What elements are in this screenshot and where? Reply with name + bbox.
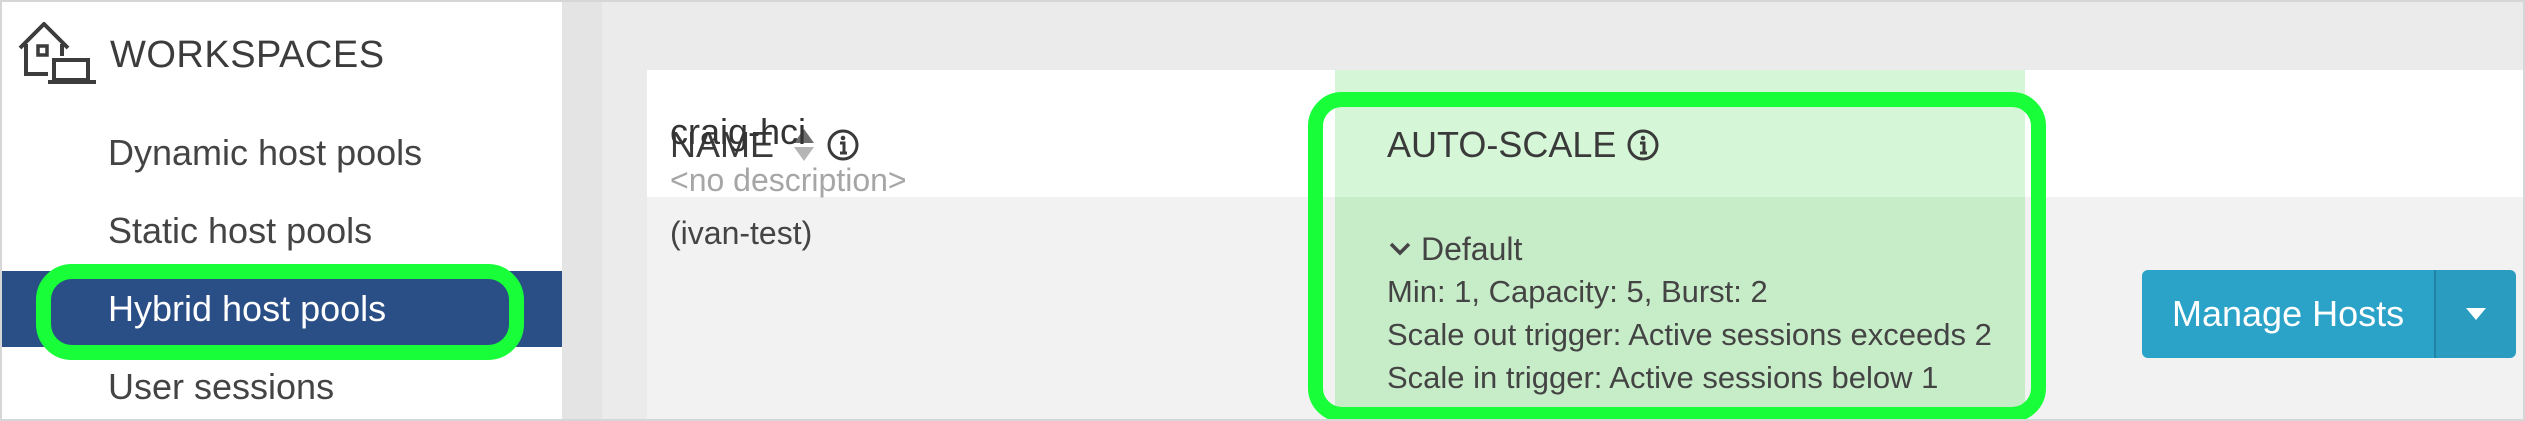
sidebar-divider	[562, 2, 602, 419]
caret-down-icon	[2466, 308, 2487, 320]
autoscale-scale-out-trigger: Scale out trigger: Active sessions excee…	[1387, 317, 1992, 352]
autoscale-capacity: Min: 1, Capacity: 5, Burst: 2	[1387, 274, 1768, 309]
sidebar-item-dynamic-host-pools[interactable]: Dynamic host pools	[2, 115, 562, 191]
manage-hosts-split-button: Manage Hosts	[2142, 270, 2517, 358]
home-laptop-icon	[18, 22, 96, 84]
main-content: NAME AUTO-SCALE craig-hci <no descriptio…	[602, 2, 2523, 419]
app-frame: WORKSPACES Dynamic host pools Static hos…	[0, 0, 2525, 421]
manage-hosts-dropdown-toggle[interactable]	[2434, 270, 2517, 358]
host-pool-name[interactable]: craig-hci	[670, 110, 907, 154]
autoscale-profile-toggle[interactable]: Default	[1387, 228, 1992, 270]
host-pool-description: <no description>	[670, 162, 907, 198]
cell-name: craig-hci <no description> (ivan-test)	[670, 110, 907, 260]
column-header-autoscale[interactable]: AUTO-SCALE	[1387, 124, 1660, 166]
sidebar-item-hybrid-host-pools[interactable]: Hybrid host pools	[2, 271, 562, 347]
cell-autoscale: Default Min: 1, Capacity: 5, Burst: 2 Sc…	[1387, 228, 1992, 399]
manage-hosts-button[interactable]: Manage Hosts	[2142, 270, 2435, 358]
chevron-down-icon	[1389, 242, 1411, 256]
sidebar-item-user-sessions[interactable]: User sessions	[2, 349, 562, 419]
workspaces-header: WORKSPACES	[14, 16, 385, 86]
column-header-autoscale-label: AUTO-SCALE	[1387, 124, 1617, 165]
host-pool-table: NAME AUTO-SCALE craig-hci <no descriptio…	[647, 70, 2523, 419]
sidebar-item-static-host-pools[interactable]: Static host pools	[2, 193, 562, 269]
autoscale-scale-in-trigger: Scale in trigger: Active sessions below …	[1387, 360, 1939, 395]
autoscale-profile-name: Default	[1421, 231, 1523, 267]
host-pool-tag: (ivan-test)	[670, 215, 813, 251]
section-title: WORKSPACES	[110, 33, 385, 76]
sidebar: WORKSPACES Dynamic host pools Static hos…	[2, 2, 562, 419]
info-icon[interactable]	[1626, 128, 1660, 162]
